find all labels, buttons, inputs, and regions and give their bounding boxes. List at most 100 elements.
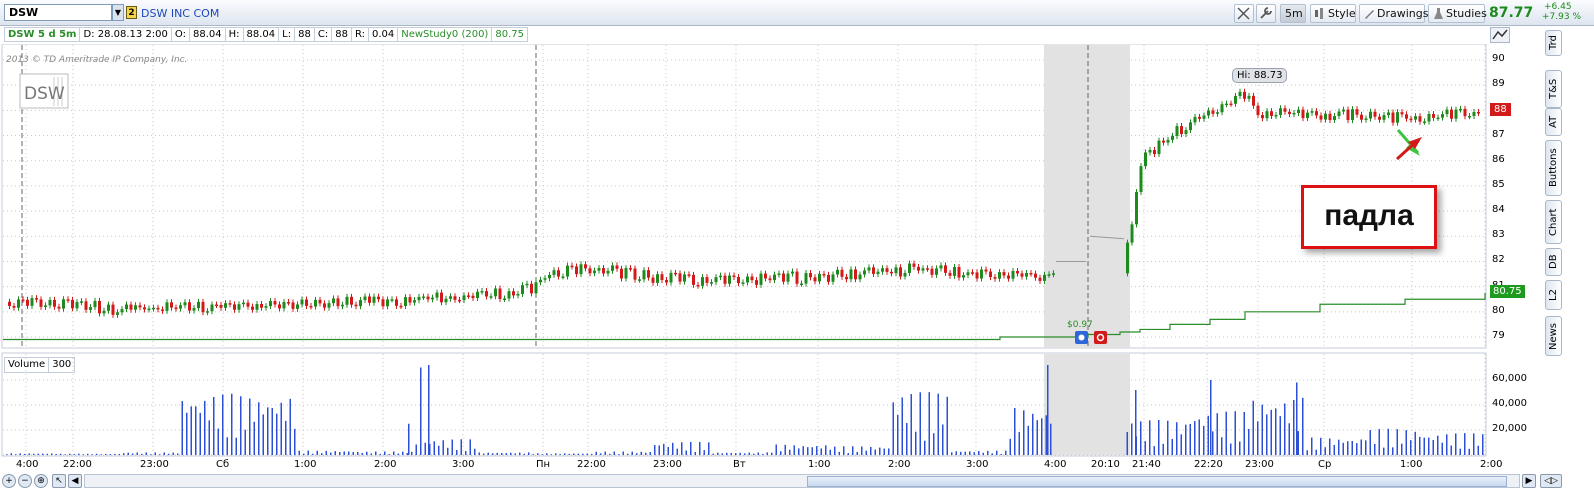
candle [813, 277, 817, 282]
volume-bar [1401, 443, 1403, 455]
candle [120, 309, 124, 313]
sidebar-tab-l2[interactable]: L2 [1545, 280, 1562, 310]
price-tick-label: 86 [1492, 153, 1505, 165]
volume-bar [343, 451, 345, 455]
scroll-left-icon[interactable]: ◀ [68, 474, 82, 488]
candle [998, 272, 1001, 279]
candle [980, 269, 983, 279]
candle [431, 297, 434, 300]
candle [395, 299, 398, 306]
volume-bar [357, 451, 359, 455]
annotation-box: падла [1301, 185, 1437, 249]
zoom-out-icon[interactable]: − [18, 474, 32, 488]
candle [516, 293, 520, 296]
volume-count: 300 [48, 357, 76, 373]
sidebar-tab-chart[interactable]: Chart [1545, 200, 1562, 244]
candle [935, 268, 938, 275]
volume-bar [1459, 448, 1461, 455]
volume-bar [784, 444, 786, 455]
volume-bar [1207, 415, 1209, 455]
studies-button[interactable]: Studies [1428, 4, 1487, 23]
aggregation-button[interactable]: 5m [1280, 4, 1306, 23]
studies-label: Studies [1446, 7, 1487, 20]
volume-bar [586, 453, 588, 455]
high-marker: Hi: 88.73 [1232, 68, 1288, 83]
sidebar-tab-at[interactable]: AT [1545, 108, 1562, 136]
style-button[interactable]: Style [1310, 4, 1356, 23]
candle [426, 296, 430, 300]
candle [404, 297, 407, 306]
volume-bar [366, 451, 368, 455]
volume-bar [307, 450, 309, 455]
wrench-icon[interactable] [1256, 4, 1276, 23]
volume-bar [708, 442, 710, 455]
volume-bar [1198, 419, 1200, 455]
price-tick-label: 87 [1492, 128, 1505, 140]
price-chart[interactable]: $0.97 DSW 2013 © TD Ameritrade IP Compan… [0, 44, 1540, 474]
volume-bar [1432, 439, 1434, 455]
volume-bar [1347, 441, 1349, 455]
scroll-right-icon[interactable]: ▶ [1522, 474, 1536, 488]
volume-bar [793, 445, 795, 455]
candle [512, 291, 515, 296]
symbol-dropdown-button[interactable]: ▼ [112, 4, 124, 21]
candle [156, 307, 160, 310]
sidebar-tab-buttons[interactable]: Buttons [1545, 140, 1562, 196]
volume-bar [442, 440, 444, 455]
candle [561, 276, 565, 279]
volume-bar [726, 452, 728, 455]
chart-scrollbar[interactable] [84, 474, 1520, 488]
candle [1234, 96, 1237, 104]
candle [197, 301, 200, 309]
candle [768, 278, 772, 281]
candle [975, 272, 979, 279]
zoom-fit-icon[interactable]: ⊕ [34, 474, 48, 488]
candle [386, 299, 389, 307]
candle [665, 280, 668, 283]
sidebar-tab-trd[interactable]: Trd [1545, 30, 1562, 56]
symbol-input[interactable]: DSW [4, 4, 112, 21]
sidebar-tab-news[interactable]: News [1545, 316, 1562, 356]
volume-bar [316, 450, 318, 455]
candle [1252, 95, 1255, 106]
zoom-in-icon[interactable]: + [2, 474, 16, 488]
sidebar-tab-ts[interactable]: T&S [1545, 70, 1562, 108]
crosshair-tool-icon[interactable] [1234, 4, 1254, 23]
scrollbar-thumb[interactable] [807, 476, 1507, 487]
candle [755, 280, 758, 285]
pointer-icon[interactable]: ↖ [52, 474, 66, 488]
candle [66, 299, 70, 301]
candle [741, 282, 745, 284]
candle [1450, 109, 1453, 119]
volume-bar [1014, 408, 1016, 455]
sidebar-tab-db[interactable]: DB [1545, 248, 1562, 276]
candle [1454, 109, 1458, 119]
volume-bar [1396, 429, 1398, 455]
chart-settings-icon[interactable] [1490, 27, 1510, 43]
candle [606, 270, 610, 274]
candle [462, 295, 466, 301]
candle [174, 307, 178, 310]
volume-bar [1270, 409, 1272, 455]
volume-bar [411, 451, 413, 455]
volume-bar [397, 453, 399, 455]
conference-call-marker-icon[interactable] [1094, 331, 1107, 344]
candle [1364, 118, 1368, 120]
link-group-badge[interactable]: 2 [126, 6, 137, 19]
volume-bar [901, 397, 903, 455]
study-line [3, 292, 1486, 341]
candle [1288, 111, 1291, 115]
volume-bar [469, 439, 471, 455]
candle [206, 311, 209, 313]
candle [1038, 277, 1042, 281]
candle [710, 282, 713, 284]
volume-bar [1338, 439, 1340, 455]
expand-icon[interactable]: ◁▷ [1540, 474, 1562, 488]
volume-bar [1387, 428, 1389, 455]
candle [876, 271, 880, 274]
candle [152, 307, 155, 310]
time-tick-label: Вт [733, 459, 746, 470]
candle [71, 299, 74, 309]
volume-bar [654, 445, 656, 455]
drawings-button[interactable]: Drawings [1359, 4, 1428, 23]
